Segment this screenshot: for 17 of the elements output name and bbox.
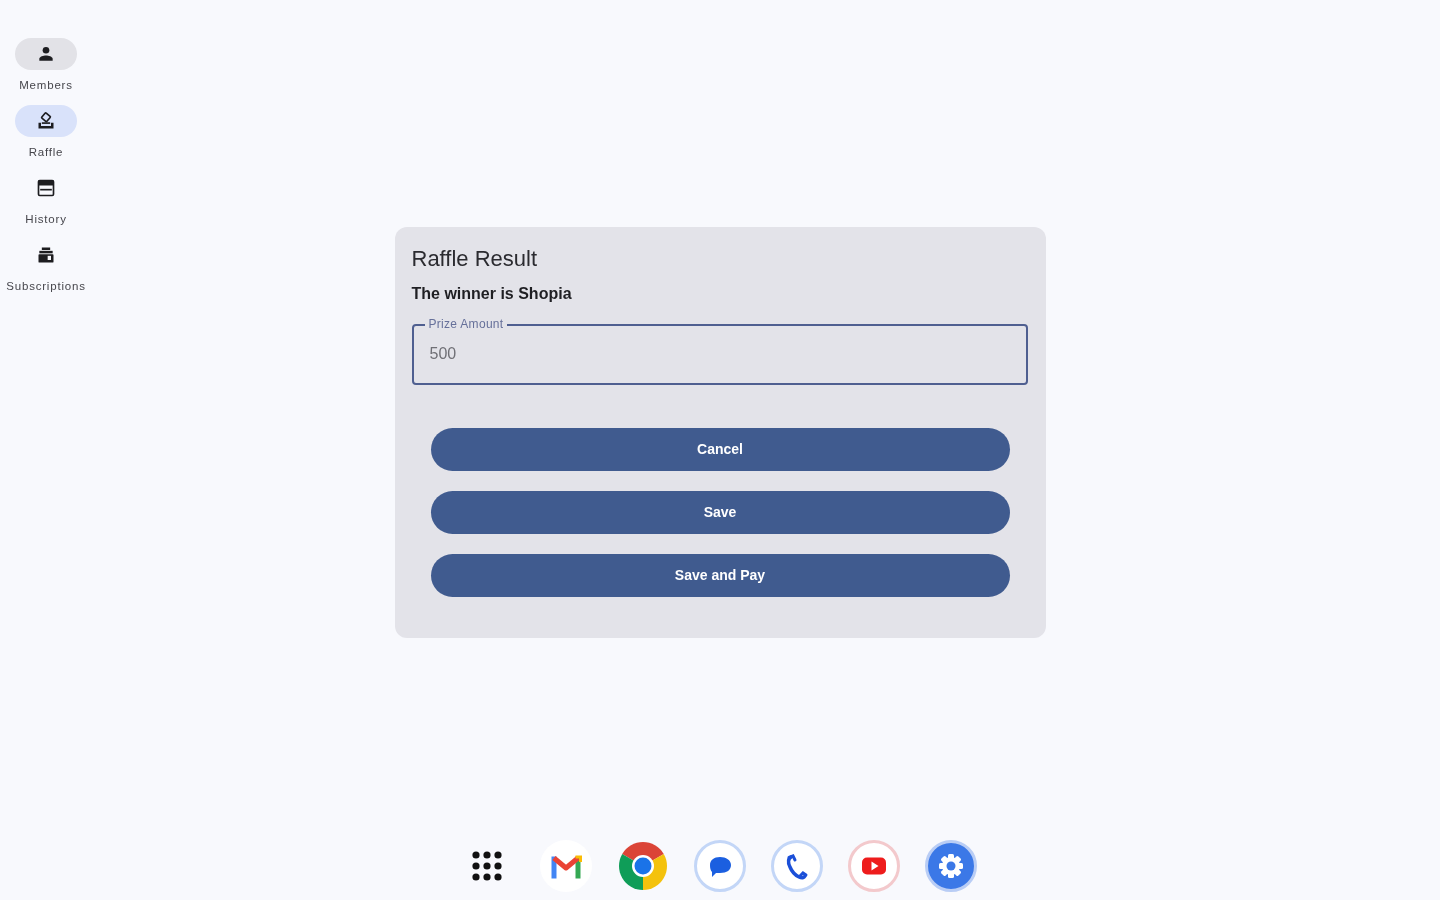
phone-icon[interactable] bbox=[771, 840, 823, 892]
nav-item[interactable]: History bbox=[15, 172, 77, 227]
save-and-pay-button[interactable]: Save and Pay bbox=[430, 553, 1010, 597]
browser-icon[interactable] bbox=[617, 840, 669, 892]
winner-message: The winner is Shopia bbox=[411, 283, 573, 304]
save-button[interactable]: Save bbox=[430, 490, 1010, 534]
mail-icon[interactable] bbox=[540, 840, 592, 892]
nav-item[interactable]: Raffle bbox=[15, 105, 77, 160]
play-icon[interactable] bbox=[848, 840, 900, 892]
chat-bubble-icon[interactable] bbox=[694, 840, 746, 892]
settings-icon[interactable] bbox=[925, 840, 977, 892]
nav-item[interactable]: Members bbox=[15, 38, 77, 93]
nav-item[interactable]: Subscriptions bbox=[6, 239, 86, 294]
field-label: Prize Amount bbox=[424, 316, 508, 331]
dialog-title: Raffle Result bbox=[411, 244, 539, 273]
cancel-button[interactable]: Cancel bbox=[430, 427, 1010, 471]
app-grid-icon[interactable] bbox=[471, 850, 503, 882]
